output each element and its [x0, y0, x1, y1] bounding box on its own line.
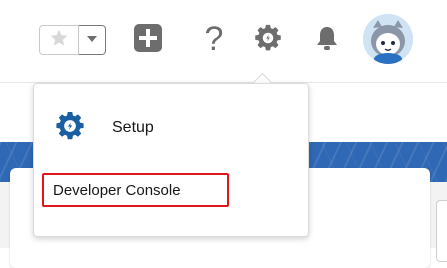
favorites-group [39, 25, 107, 55]
plus-icon [133, 23, 163, 58]
setup-menu: Setup Developer Console [33, 83, 309, 237]
menu-item-setup[interactable]: Setup [54, 110, 284, 146]
bell-icon [314, 25, 340, 58]
user-avatar[interactable] [363, 14, 413, 64]
favorites-list-button[interactable] [79, 25, 106, 55]
menu-item-developer-console[interactable]: Developer Console [42, 173, 229, 207]
favorite-button[interactable] [39, 25, 79, 55]
notifications-button[interactable] [313, 26, 341, 56]
menu-item-developer-console-label: Developer Console [53, 181, 181, 199]
background-card-edge [436, 200, 447, 262]
setup-gear-icon [54, 110, 86, 147]
star-icon [49, 28, 69, 53]
global-actions-button[interactable] [133, 23, 163, 58]
setup-gear-button[interactable] [252, 24, 284, 56]
help-button[interactable]: ? [200, 20, 228, 58]
gear-icon [253, 23, 283, 58]
menu-item-setup-label: Setup [112, 119, 154, 136]
chevron-down-icon [86, 31, 98, 49]
question-mark-icon: ? [204, 20, 224, 58]
